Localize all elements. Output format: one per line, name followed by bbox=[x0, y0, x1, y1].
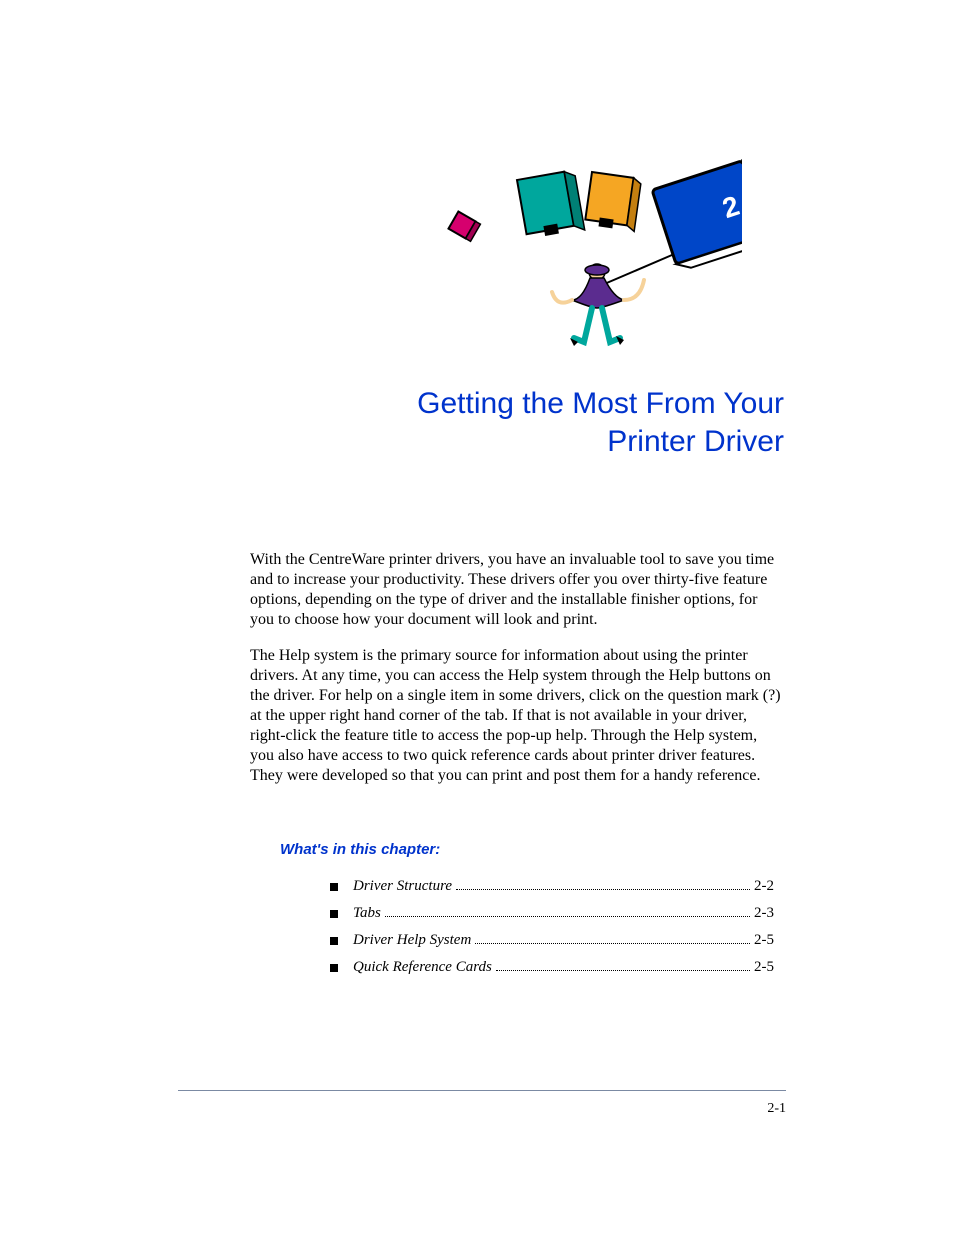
section-header: What's in this chapter: bbox=[280, 841, 784, 858]
toc-label: Tabs bbox=[353, 905, 381, 922]
toc-page: 2-2 bbox=[754, 878, 774, 895]
toc-label: Driver Help System bbox=[353, 932, 471, 949]
toc-page: 2-5 bbox=[754, 959, 774, 976]
toc-item: Driver Help System 2-5 bbox=[330, 932, 774, 949]
toc-label: Quick Reference Cards bbox=[353, 959, 492, 976]
chapter-illustration: 2 bbox=[380, 150, 784, 355]
chapter-title-line2: Printer Driver bbox=[607, 425, 784, 458]
dot-leader bbox=[385, 916, 750, 917]
toc-label: Driver Structure bbox=[353, 878, 452, 895]
intro-paragraph-1: With the CentreWare printer drivers, you… bbox=[250, 550, 784, 630]
footer-divider bbox=[178, 1090, 786, 1091]
bullet-icon bbox=[330, 883, 338, 891]
bullet-icon bbox=[330, 937, 338, 945]
page-number: 2-1 bbox=[767, 1101, 786, 1117]
intro-paragraph-2: The Help system is the primary source fo… bbox=[250, 646, 784, 786]
dot-leader bbox=[475, 943, 750, 944]
dot-leader bbox=[496, 970, 750, 971]
toc-item: Quick Reference Cards 2-5 bbox=[330, 959, 774, 976]
chapter-title: Getting the Most From Your Printer Drive… bbox=[180, 385, 784, 460]
toc-item: Tabs 2-3 bbox=[330, 905, 774, 922]
bullet-icon bbox=[330, 910, 338, 918]
toc-item: Driver Structure 2-2 bbox=[330, 878, 774, 895]
chapter-title-line1: Getting the Most From Your bbox=[417, 387, 784, 420]
toc-page: 2-3 bbox=[754, 905, 774, 922]
toc-page: 2-5 bbox=[754, 932, 774, 949]
bullet-icon bbox=[330, 964, 338, 972]
toc-list: Driver Structure 2-2 Tabs 2-3 Driver Hel… bbox=[330, 878, 774, 976]
dot-leader bbox=[456, 889, 750, 890]
